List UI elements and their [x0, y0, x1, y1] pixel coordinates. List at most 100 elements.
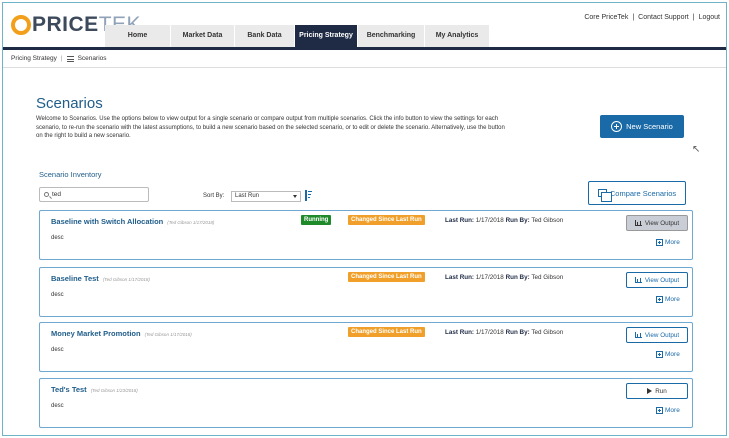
search-input[interactable]: ted — [39, 187, 149, 202]
scenario-meta: (Ted Gibson 1/17/2018) — [102, 277, 150, 282]
more-link[interactable]: More — [656, 296, 680, 303]
play-icon — [647, 388, 653, 394]
sort-select[interactable]: Last Run — [231, 191, 301, 202]
plus-square-icon — [656, 407, 663, 414]
view-output-label: View Output — [644, 219, 680, 227]
more-label: More — [665, 351, 680, 358]
last-run-info: Last Run: 1/17/2018 Run By: Ted Gibson — [445, 329, 563, 336]
scenario-card: Baseline with Switch Allocation (Ted Gibs… — [39, 210, 693, 260]
scenario-name[interactable]: Money Market Promotion — [51, 329, 141, 338]
scenario-name[interactable]: Ted's Test — [51, 385, 87, 394]
util-separator: | — [692, 14, 695, 21]
utility-links: Core PriceTek | Contact Support | Logout — [584, 14, 720, 21]
changed-badge: Changed Since Last Run — [348, 327, 425, 337]
breadcrumb-divider — [3, 67, 726, 68]
breadcrumb-separator: | — [60, 55, 63, 62]
run-by-label: Run By: — [505, 329, 530, 336]
contact-support-link[interactable]: Contact Support — [638, 14, 689, 21]
main-nav: Home Market Data Bank Data Pricing Strat… — [105, 25, 490, 47]
plus-square-icon — [656, 351, 663, 358]
bar-chart-icon — [634, 332, 642, 338]
last-run-label: Last Run: — [445, 274, 475, 281]
new-scenario-button[interactable]: New Scenario — [600, 115, 684, 138]
bar-chart-icon — [634, 220, 642, 226]
logout-link[interactable]: Logout — [699, 14, 720, 21]
plus-square-icon — [656, 296, 663, 303]
changed-badge: Changed Since Last Run — [348, 272, 425, 282]
last-run-label: Last Run: — [445, 217, 475, 224]
breadcrumb-parent[interactable]: Pricing Strategy — [11, 55, 57, 62]
list-icon — [66, 55, 74, 62]
changed-badge: Changed Since Last Run — [348, 215, 425, 225]
app-frame: PRICETEK Home Market Data Bank Data Pric… — [2, 2, 727, 436]
scenario-meta: (Ted Gibson 1/17/2018) — [144, 332, 192, 337]
bar-chart-icon — [634, 277, 642, 283]
last-run-info: Last Run: 1/17/2018 Run By: Ted Gibson — [445, 274, 563, 281]
nav-tab-my-analytics[interactable]: My Analytics — [425, 25, 490, 47]
nav-tab-market-data[interactable]: Market Data — [171, 25, 235, 47]
last-run-date: 1/17/2018 — [475, 217, 504, 224]
run-by-label: Run By: — [505, 217, 530, 224]
more-label: More — [665, 407, 680, 414]
nav-tab-home[interactable]: Home — [105, 25, 171, 47]
view-output-button[interactable]: View Output — [626, 327, 688, 343]
breadcrumb-current: Scenarios — [77, 55, 107, 62]
sort-value: Last Run — [235, 193, 260, 199]
logo-text-price: PRICE — [32, 13, 99, 36]
logo-ring-icon — [11, 15, 31, 35]
compare-scenarios-button[interactable]: Compare Scenarios — [588, 181, 686, 205]
nav-underline — [3, 47, 726, 50]
core-pricetek-link[interactable]: Core PriceTek — [584, 14, 628, 21]
run-by-name: Ted Gibson — [531, 274, 564, 281]
chevron-down-icon — [293, 195, 297, 198]
compare-scenarios-label: Compare Scenarios — [609, 188, 677, 198]
compare-icon — [597, 189, 612, 202]
nav-tab-pricing-strategy[interactable]: Pricing Strategy — [295, 25, 358, 47]
view-output-button[interactable]: View Output — [626, 272, 688, 288]
breadcrumb: Pricing Strategy | Scenarios — [11, 55, 107, 62]
last-run-date: 1/17/2018 — [475, 329, 504, 336]
scenario-desc: desc — [51, 347, 64, 353]
more-label: More — [665, 296, 680, 303]
scenario-card: Ted's Test (Ted Gibson 1/23/2018) desc Ru… — [39, 378, 693, 428]
page-title: Scenarios — [36, 95, 103, 112]
more-link[interactable]: More — [656, 407, 680, 414]
view-output-label: View Output — [644, 276, 680, 284]
run-by-name: Ted Gibson — [531, 217, 564, 224]
running-badge: Running — [301, 215, 332, 225]
search-value: ted — [52, 191, 62, 198]
scenario-name[interactable]: Baseline Test — [51, 274, 99, 283]
intro-text: Welcome to Scenarios. Use the options be… — [36, 116, 505, 139]
scenario-card: Baseline Test (Ted Gibson 1/17/2018) desc… — [39, 267, 693, 317]
scenario-card: Money Market Promotion (Ted Gibson 1/17/2… — [39, 322, 693, 372]
view-output-button[interactable]: View Output — [626, 215, 688, 231]
nav-tab-benchmarking[interactable]: Benchmarking — [358, 25, 425, 47]
scenario-meta: (Ted Gibson 1/23/2018) — [90, 388, 138, 393]
run-label: Run — [655, 387, 667, 395]
last-run-label: Last Run: — [445, 329, 475, 336]
last-run-info: Last Run: 1/17/2018 Run By: Ted Gibson — [445, 217, 563, 224]
run-button[interactable]: Run — [626, 383, 688, 399]
view-output-label: View Output — [644, 331, 680, 339]
run-by-label: Run By: — [505, 274, 530, 281]
last-run-date: 1/17/2018 — [475, 274, 504, 281]
search-icon — [44, 192, 49, 197]
util-separator: | — [632, 14, 635, 21]
plus-circle-icon — [611, 121, 623, 132]
scenario-desc: desc — [51, 235, 64, 241]
more-label: More — [665, 239, 680, 246]
nav-tab-bank-data[interactable]: Bank Data — [235, 25, 295, 47]
scenario-desc: desc — [51, 403, 64, 409]
inventory-title: Scenario Inventory — [39, 170, 102, 179]
sort-label: Sort By: — [203, 193, 225, 199]
sort-direction-icon[interactable] — [305, 190, 312, 201]
scenario-desc: desc — [51, 292, 64, 298]
scenario-meta: (Ted Gibson 1/17/2018) — [167, 220, 215, 225]
run-by-name: Ted Gibson — [531, 329, 564, 336]
more-link[interactable]: More — [656, 351, 680, 358]
mouse-pointer-icon: ↖ — [692, 144, 701, 155]
more-link[interactable]: More — [656, 239, 680, 246]
plus-square-icon — [656, 239, 663, 246]
scenario-name[interactable]: Baseline with Switch Allocation — [51, 217, 163, 226]
new-scenario-label: New Scenario — [626, 122, 673, 131]
